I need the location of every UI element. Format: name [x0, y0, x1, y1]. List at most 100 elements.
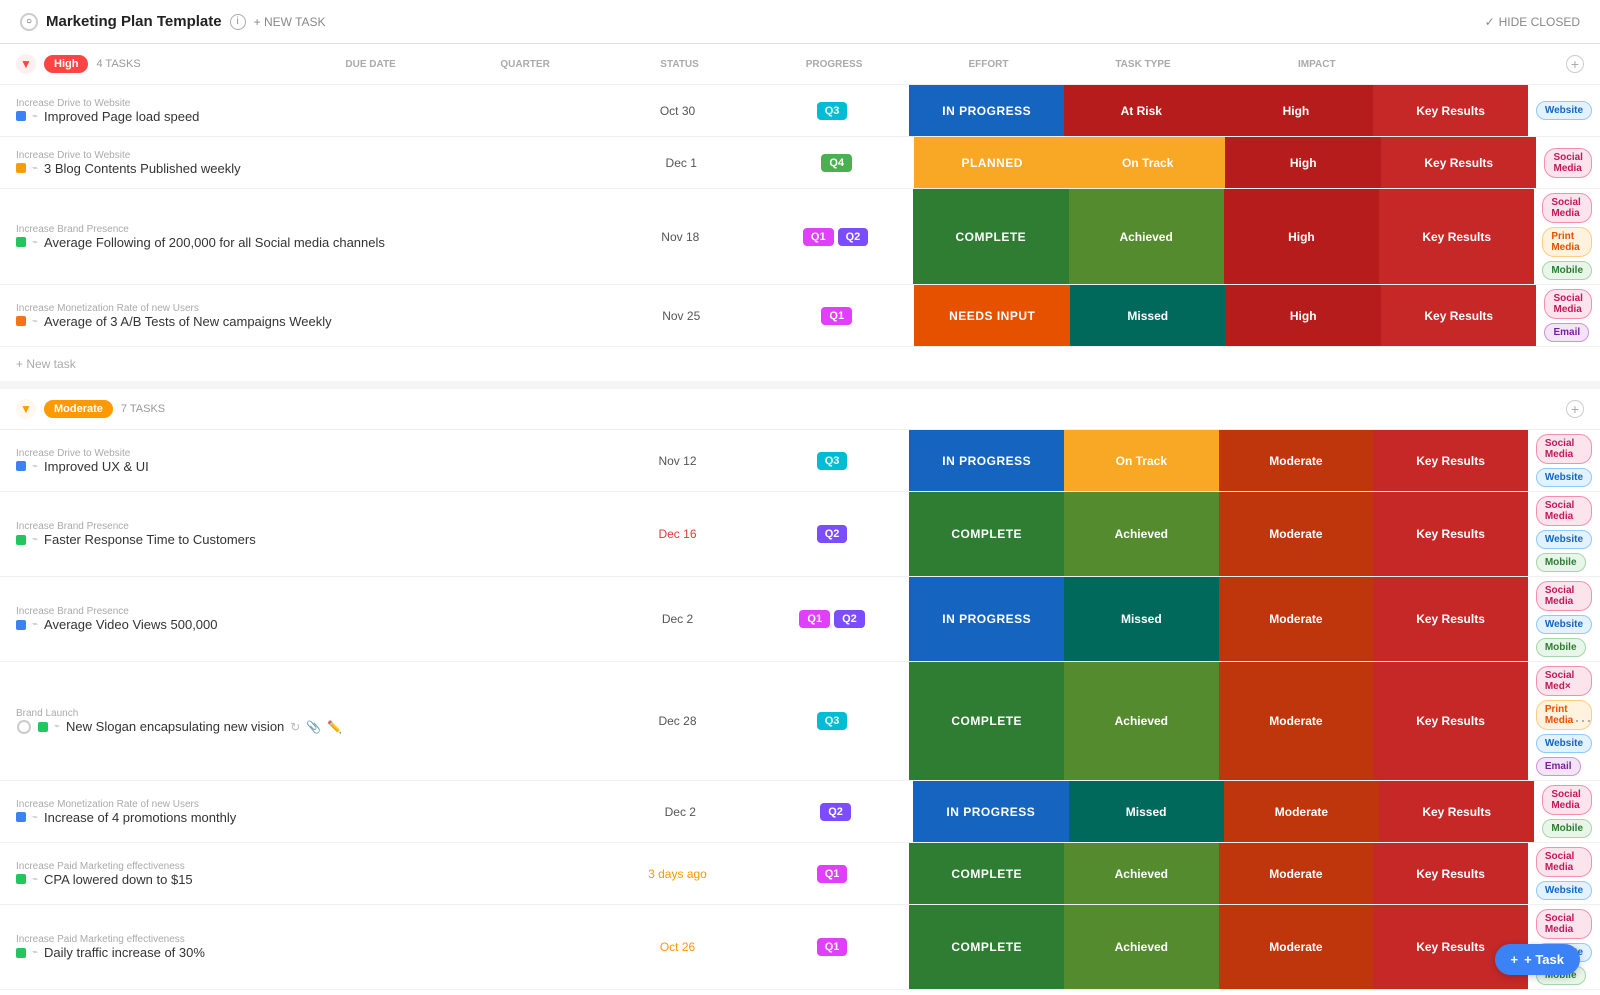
quarter-badge[interactable]: Q3 [817, 712, 848, 730]
impact-tag: Print Media [1542, 227, 1592, 257]
priority-badge-high: High [44, 55, 88, 73]
status-cell: NEEDS INPUT [914, 285, 1070, 346]
task-info: Increase Monetization Rate of new Users … [0, 781, 603, 842]
task-info: Brand Launch ⌁ New Slogan encapsulating … [0, 662, 600, 780]
task-row: Increase Paid Marketing effectiveness ⌁ … [0, 843, 1600, 905]
quarter-badge[interactable]: Q3 [817, 452, 848, 470]
add-section-icon-moderate[interactable]: + [1566, 400, 1584, 418]
quarter-badge[interactable]: Q1 [803, 228, 834, 246]
task-dot [38, 722, 48, 732]
progress-cell: Achieved [1069, 189, 1224, 284]
task-dot [16, 948, 26, 958]
col-impact: IMPACT [1220, 59, 1413, 70]
status-cell: IN PROGRESS [909, 430, 1064, 491]
quarter-badge[interactable]: Q1 [821, 307, 852, 325]
task-name[interactable]: Average Following of 200,000 for all Soc… [44, 235, 385, 250]
quarter-cell: Q2 [755, 492, 910, 576]
task-name[interactable]: Daily traffic increase of 30% [44, 945, 205, 960]
due-date: Dec 2 [665, 805, 696, 819]
task-parent: Increase Brand Presence [16, 606, 584, 617]
quarter-cell: Q1 Q2 [755, 577, 910, 661]
dependency-icon: ⌁ [32, 237, 38, 248]
task-name[interactable]: Average of 3 A/B Tests of New campaigns … [44, 314, 332, 329]
quarter-cell: Q1 Q2 [758, 189, 913, 284]
task-type-cell: Key Results [1381, 285, 1537, 346]
impact-cell: Website [1528, 85, 1600, 136]
quarter-badge[interactable]: Q2 [817, 525, 848, 543]
task-info: Increase Brand Presence ⌁ Average Video … [0, 577, 600, 661]
info-icon[interactable]: i [230, 14, 246, 30]
impact-tag: Website [1536, 101, 1592, 120]
task-name[interactable]: CPA lowered down to $15 [44, 872, 193, 887]
task-name[interactable]: Improved Page load speed [44, 109, 199, 124]
task-name[interactable]: New Slogan encapsulating new vision [66, 719, 284, 734]
due-date: Oct 30 [660, 104, 695, 118]
task-type-text: Key Results [1416, 714, 1485, 728]
quarter-badge[interactable]: Q2 [820, 803, 851, 821]
quarter-badge[interactable]: Q1 [817, 938, 848, 956]
task-dot [16, 620, 26, 630]
due-date: Dec 1 [666, 156, 697, 170]
progress-cell: Achieved [1064, 905, 1219, 989]
task-info: Increase Drive to Website ⌁ Improved UX … [0, 430, 600, 491]
effort-text: High [1290, 156, 1317, 170]
section-header-high: ▼ High 4 TASKS DUE DATE QUARTER STATUS P… [0, 44, 1600, 85]
task-name-row: ⌁ Average of 3 A/B Tests of New campaign… [16, 314, 587, 329]
more-options-icon[interactable]: ⋯ [1574, 711, 1592, 732]
hide-closed-button[interactable]: ✓ HIDE CLOSED [1485, 15, 1580, 29]
edit-icon[interactable]: ✏️ [327, 720, 342, 734]
impact-cell: Social Media Print Media Mobile [1534, 189, 1600, 284]
section-toggle-moderate[interactable]: ▼ [16, 399, 36, 419]
effort-text: Moderate [1269, 612, 1322, 626]
effort-cell: Moderate [1219, 430, 1374, 491]
impact-tag: Website [1536, 530, 1592, 549]
task-name[interactable]: Increase of 4 promotions monthly [44, 810, 236, 825]
checkbox[interactable] [16, 719, 32, 735]
add-task-moderate[interactable]: + New task [0, 990, 1600, 995]
task-name[interactable]: Improved UX & UI [44, 459, 149, 474]
task-type-text: Key Results [1416, 940, 1485, 954]
impact-tag: Mobile [1536, 638, 1586, 657]
task-name[interactable]: Average Video Views 500,000 [44, 617, 217, 632]
quarter-badge[interactable]: Q2 [834, 610, 865, 628]
task-name[interactable]: Faster Response Time to Customers [44, 532, 256, 547]
top-bar-left: ○ Marketing Plan Template i + NEW TASK [20, 13, 326, 31]
new-task-button[interactable]: + NEW TASK [254, 15, 326, 29]
due-date-cell: Dec 2 [603, 781, 758, 842]
due-date-cell: Dec 1 [603, 137, 759, 188]
quarter-badge[interactable]: Q3 [817, 102, 848, 120]
impact-cell: Social Media [1536, 137, 1599, 188]
task-parent: Increase Paid Marketing effectiveness [16, 861, 584, 872]
status-cell: COMPLETE [909, 662, 1064, 780]
attachment-icon[interactable]: 📎 [306, 720, 321, 734]
add-task-high[interactable]: + New task [0, 347, 1600, 381]
due-date-cell: Nov 12 [600, 430, 755, 491]
due-date: Dec 28 [658, 714, 696, 728]
quarter-badge[interactable]: Q4 [821, 154, 852, 172]
main-content: ▼ High 4 TASKS DUE DATE QUARTER STATUS P… [0, 44, 1600, 995]
quarter-cell: Q3 [755, 430, 910, 491]
section-body-moderate: Increase Drive to Website ⌁ Improved UX … [0, 430, 1600, 995]
status-text: IN PROGRESS [942, 104, 1031, 118]
quarter-badge[interactable]: Q1 [799, 610, 830, 628]
quarter-cell: Q2 [758, 781, 913, 842]
quarter-badge[interactable]: Q2 [838, 228, 869, 246]
quarter-badge[interactable]: Q1 [817, 865, 848, 883]
due-date: Nov 18 [661, 230, 699, 244]
effort-cell: Moderate [1224, 781, 1379, 842]
task-row: Increase Monetization Rate of new Users … [0, 285, 1600, 347]
effort-text: Moderate [1269, 940, 1322, 954]
task-type-cell: Key Results [1373, 577, 1528, 661]
task-name[interactable]: 3 Blog Contents Published weekly [44, 161, 241, 176]
floating-task-button[interactable]: + + Task [1495, 944, 1580, 975]
progress-cell: Missed [1069, 781, 1224, 842]
impact-tag: Social Media [1544, 148, 1591, 178]
col-due-date: DUE DATE [293, 59, 447, 70]
task-type-cell: Key Results [1373, 430, 1528, 491]
add-section-icon-high[interactable]: + [1566, 55, 1584, 73]
due-date-cell: Dec 28 [600, 662, 755, 780]
sync-icon[interactable]: ↻ [290, 720, 300, 734]
task-type-text: Key Results [1416, 612, 1485, 626]
section-toggle-high[interactable]: ▼ [16, 54, 36, 74]
task-row: Increase Paid Marketing effectiveness ⌁ … [0, 905, 1600, 990]
